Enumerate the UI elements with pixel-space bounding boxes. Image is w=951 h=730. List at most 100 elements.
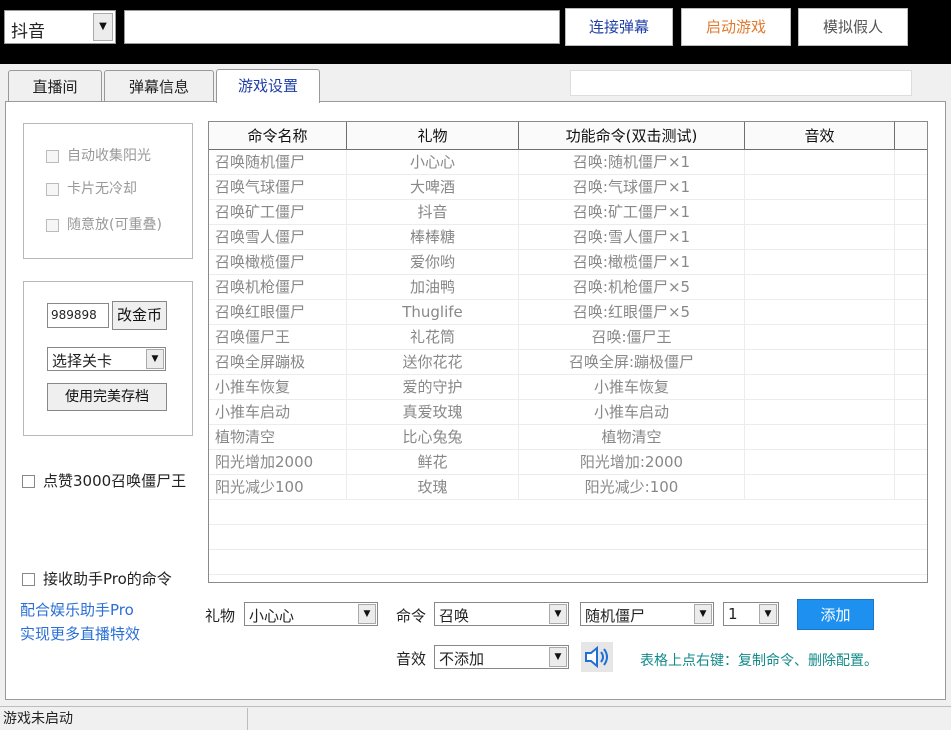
table-row[interactable]: 召唤雪人僵尸 棒棒糖 召唤:雪人僵尸×1 [209,225,927,250]
table-row[interactable]: 召唤红眼僵尸 Thuglife 召唤:红眼僵尸×5 [209,300,927,325]
column-header-command-name[interactable]: 命令名称 [209,122,347,150]
cell-command-name[interactable]: 阳光增加2000 [209,450,347,475]
no-cooldown-checkbox[interactable]: 卡片无冷却 [46,178,137,198]
cell-sound[interactable] [745,175,895,200]
cell-command-name[interactable]: 召唤随机僵尸 [209,150,347,175]
column-header-gift[interactable]: 礼物 [347,122,519,150]
cell-sound[interactable] [745,200,895,225]
cell-command-name[interactable]: 植物清空 [209,425,347,450]
cell-gift[interactable]: 玫瑰 [347,475,519,500]
chevron-down-icon[interactable]: ▼ [549,604,567,624]
chevron-down-icon[interactable]: ▼ [694,604,712,624]
gift-select[interactable]: 小心心 ▼ [244,602,378,626]
table-row[interactable]: 召唤矿工僵尸 抖音 召唤:矿工僵尸×1 [209,200,927,225]
table-row[interactable]: 小推车启动 真爱玫瑰 小推车启动 [209,400,927,425]
cell-sound[interactable] [745,225,895,250]
cell-gift[interactable]: Thuglife [347,300,519,325]
cell-gift[interactable]: 送你花花 [347,350,519,375]
tab-strip-field[interactable] [570,70,912,96]
free-place-checkbox[interactable]: 随意放(可重叠) [46,214,162,234]
count-select[interactable]: 1 ▼ [723,602,779,626]
table-row[interactable]: 植物清空 比心兔兔 植物清空 [209,425,927,450]
cell-function-command[interactable]: 小推车启动 [519,400,745,425]
cell-command-name[interactable]: 召唤机枪僵尸 [209,275,347,300]
table-row[interactable]: 召唤橄榄僵尸 爱你哟 召唤:橄榄僵尸×1 [209,250,927,275]
cell-function-command[interactable]: 召唤:橄榄僵尸×1 [519,250,745,275]
cell-command-name[interactable]: 召唤矿工僵尸 [209,200,347,225]
cell-gift[interactable]: 小心心 [347,150,519,175]
pro-helper-link[interactable]: 配合娱乐助手Pro [20,598,134,622]
chevron-down-icon[interactable]: ▼ [93,13,113,41]
connect-danmaku-button[interactable]: 连接弹幕 [565,8,673,46]
level-select[interactable]: 选择关卡 ▼ [47,347,166,371]
chevron-down-icon[interactable]: ▼ [358,604,376,624]
table-row[interactable]: 阳光减少100 玫瑰 阳光减少:100 [209,475,927,500]
tab-danmaku-info[interactable]: 弹幕信息 [104,70,214,102]
tab-game-settings[interactable]: 游戏设置 [216,69,320,103]
start-game-button[interactable]: 启动游戏 [681,8,791,46]
cell-gift[interactable]: 抖音 [347,200,519,225]
platform-select[interactable]: 抖音 ▼ [4,10,116,44]
auto-collect-sun-checkbox[interactable]: 自动收集阳光 [46,145,151,165]
cell-sound[interactable] [745,150,895,175]
more-effects-link[interactable]: 实现更多直播特效 [20,622,140,646]
cell-sound[interactable] [745,250,895,275]
speaker-icon[interactable] [581,642,613,672]
table-row[interactable]: 阳光增加2000 鲜花 阳光增加:2000 [209,450,927,475]
cell-function-command[interactable]: 小推车恢复 [519,375,745,400]
receive-pro-commands-checkbox[interactable]: 接收助手Pro的命令 [22,568,172,589]
checkbox-icon[interactable] [46,182,59,196]
table-row[interactable]: 召唤随机僵尸 小心心 召唤:随机僵尸×1 [209,150,927,175]
checkbox-icon[interactable] [46,149,59,163]
chevron-down-icon[interactable]: ▼ [146,349,164,369]
table-row[interactable]: 召唤气球僵尸 大啤酒 召唤:气球僵尸×1 [209,175,927,200]
cell-sound[interactable] [745,275,895,300]
table-row[interactable]: 召唤机枪僵尸 加油鸭 召唤:机枪僵尸×5 [209,275,927,300]
cell-function-command[interactable]: 召唤:僵尸王 [519,325,745,350]
table-row[interactable]: 召唤僵尸王 礼花筒 召唤:僵尸王 [209,325,927,350]
cell-command-name[interactable]: 召唤气球僵尸 [209,175,347,200]
cell-gift[interactable]: 棒棒糖 [347,225,519,250]
like-summon-checkbox[interactable]: 点赞3000召唤僵尸王 [22,470,186,491]
checkbox-icon[interactable] [22,573,35,586]
cell-function-command[interactable]: 召唤:红眼僵尸×5 [519,300,745,325]
cell-function-command[interactable]: 阳光增加:2000 [519,450,745,475]
add-command-button[interactable]: 添加 [797,599,874,630]
cell-command-name[interactable]: 阳光减少100 [209,475,347,500]
sound-select[interactable]: 不添加 ▼ [434,645,569,669]
perfect-save-button[interactable]: 使用完美存档 [47,383,167,411]
checkbox-icon[interactable] [46,218,59,232]
cell-sound[interactable] [745,450,895,475]
target-select[interactable]: 随机僵尸 ▼ [580,602,714,626]
column-header-sound[interactable]: 音效 [745,122,895,150]
cell-gift[interactable]: 礼花筒 [347,325,519,350]
cell-command-name[interactable]: 召唤僵尸王 [209,325,347,350]
cell-sound[interactable] [745,475,895,500]
cell-command-name[interactable]: 召唤红眼僵尸 [209,300,347,325]
cell-function-command[interactable]: 召唤全屏:蹦极僵尸 [519,350,745,375]
cell-function-command[interactable]: 召唤:机枪僵尸×5 [519,275,745,300]
change-gold-button[interactable]: 改金币 [112,301,167,330]
cell-gift[interactable]: 爱你哟 [347,250,519,275]
table-row[interactable]: 小推车恢复 爱的守护 小推车恢复 [209,375,927,400]
cell-gift[interactable]: 比心兔兔 [347,425,519,450]
cell-sound[interactable] [745,300,895,325]
cell-function-command[interactable]: 召唤:矿工僵尸×1 [519,200,745,225]
cell-function-command[interactable]: 植物清空 [519,425,745,450]
command-table[interactable]: 命令名称 礼物 功能命令(双击测试) 音效 召唤随机僵尸 小心心 召唤:随机僵尸×1… [208,121,928,583]
cell-sound[interactable] [745,350,895,375]
cell-gift[interactable]: 加油鸭 [347,275,519,300]
cell-gift[interactable]: 大啤酒 [347,175,519,200]
cell-command-name[interactable]: 小推车启动 [209,400,347,425]
checkbox-icon[interactable] [22,475,35,488]
room-id-input[interactable] [124,10,560,44]
cell-command-name[interactable]: 召唤雪人僵尸 [209,225,347,250]
cell-gift[interactable]: 爱的守护 [347,375,519,400]
cell-function-command[interactable]: 召唤:雪人僵尸×1 [519,225,745,250]
cell-sound[interactable] [745,375,895,400]
cell-command-name[interactable]: 小推车恢复 [209,375,347,400]
gold-amount-input[interactable]: 989898 [47,303,109,328]
cell-sound[interactable] [745,425,895,450]
cell-sound[interactable] [745,400,895,425]
column-header-function-command[interactable]: 功能命令(双击测试) [519,122,745,150]
